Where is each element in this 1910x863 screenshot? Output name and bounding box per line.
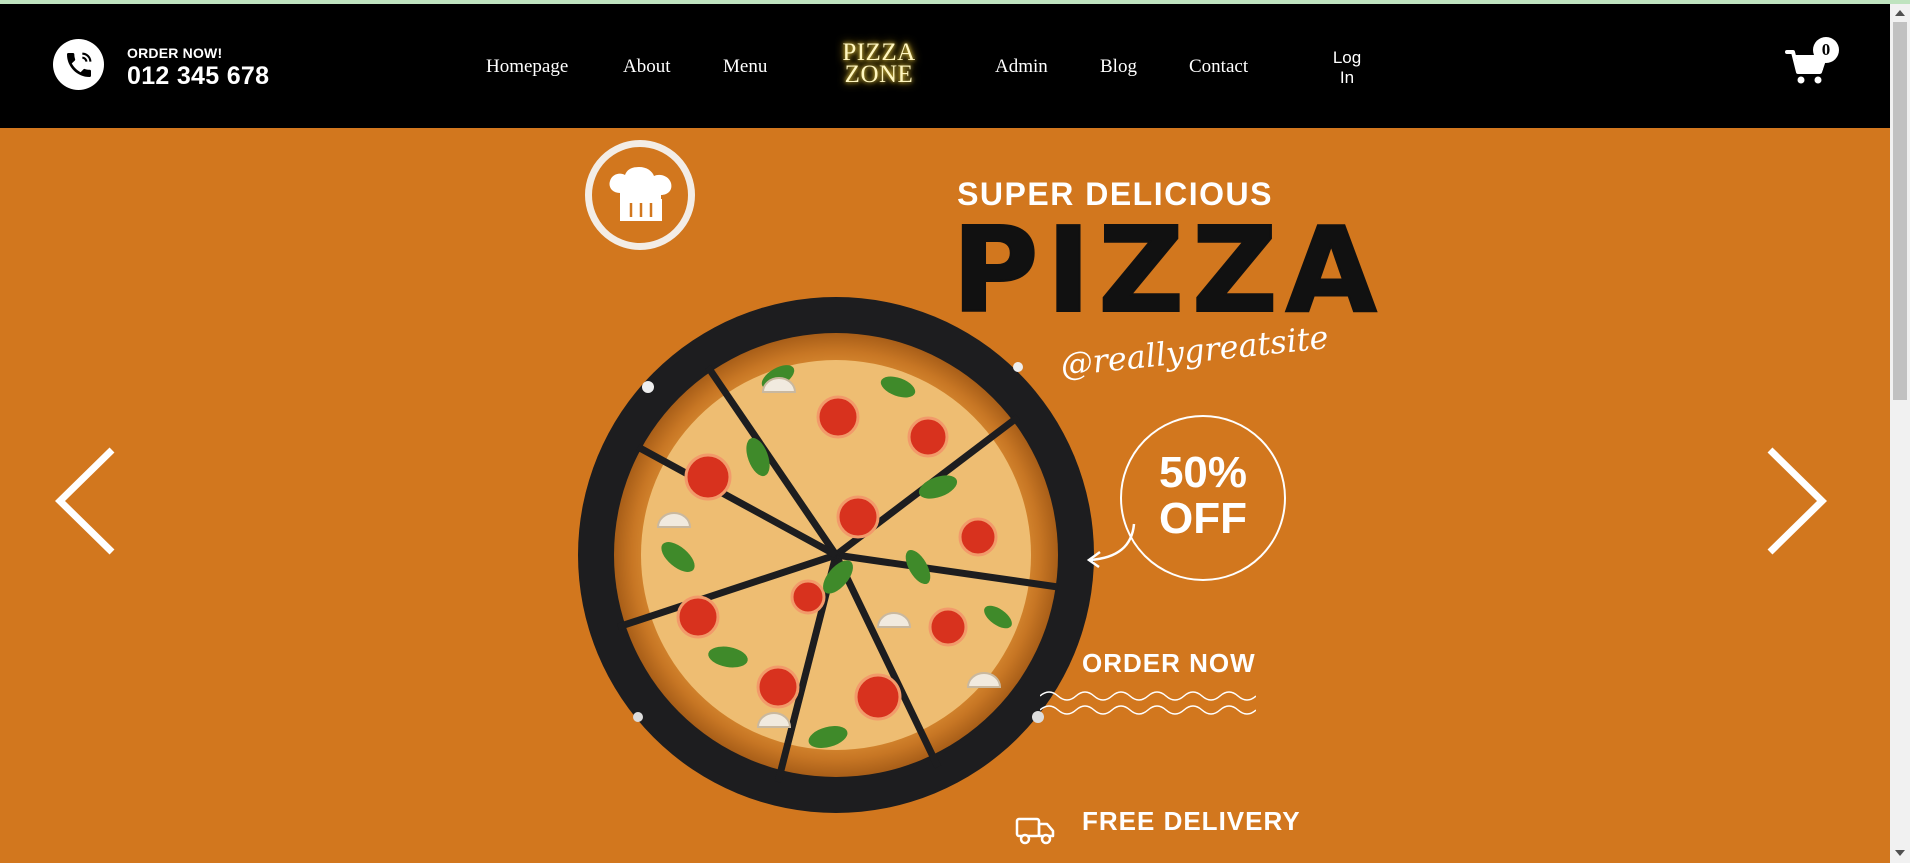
free-delivery-label: FREE DELIVERY — [1082, 806, 1301, 836]
pizza-image — [578, 297, 1094, 813]
discount-off: OFF — [1159, 494, 1247, 543]
order-phone-number[interactable]: 012 345 678 — [127, 62, 269, 91]
nav-contact[interactable]: Contact — [1189, 56, 1248, 78]
nav-admin[interactable]: Admin — [995, 56, 1048, 78]
nav-homepage[interactable]: Homepage — [486, 56, 568, 78]
nav-menu[interactable]: Menu — [723, 56, 767, 78]
chevron-right-icon[interactable] — [1760, 446, 1830, 556]
site-header: ORDER NOW! 012 345 678 Homepage About Me… — [0, 4, 1890, 128]
discount-text: 50% OFF — [1120, 450, 1286, 542]
scroll-down-icon[interactable] — [1894, 848, 1906, 858]
cart-count-badge: 0 — [1813, 37, 1839, 63]
logo-line-2: ZONE — [844, 61, 914, 88]
discount-percent: 50% — [1158, 448, 1248, 497]
chevron-left-icon[interactable] — [52, 446, 122, 556]
phone-badge — [53, 39, 104, 90]
order-now-label: ORDER NOW! — [127, 45, 223, 61]
scrollbar-thumb[interactable] — [1893, 22, 1907, 400]
login-line-2: In — [1339, 68, 1355, 87]
login-line-1: Log — [1332, 48, 1362, 67]
wave-decoration — [1040, 691, 1256, 715]
truck-icon — [1015, 817, 1055, 845]
nav-blog[interactable]: Blog — [1100, 56, 1137, 78]
login-link[interactable]: Log In — [1328, 48, 1366, 88]
nav-about[interactable]: About — [623, 56, 671, 78]
order-now-cta[interactable]: ORDER NOW — [1082, 648, 1256, 679]
phone-icon — [66, 52, 91, 77]
scroll-up-icon[interactable] — [1894, 8, 1906, 18]
chef-hat-icon — [609, 167, 672, 221]
site-logo[interactable]: PIZZA ZONE — [820, 40, 938, 88]
chef-hat-badge — [585, 140, 695, 250]
